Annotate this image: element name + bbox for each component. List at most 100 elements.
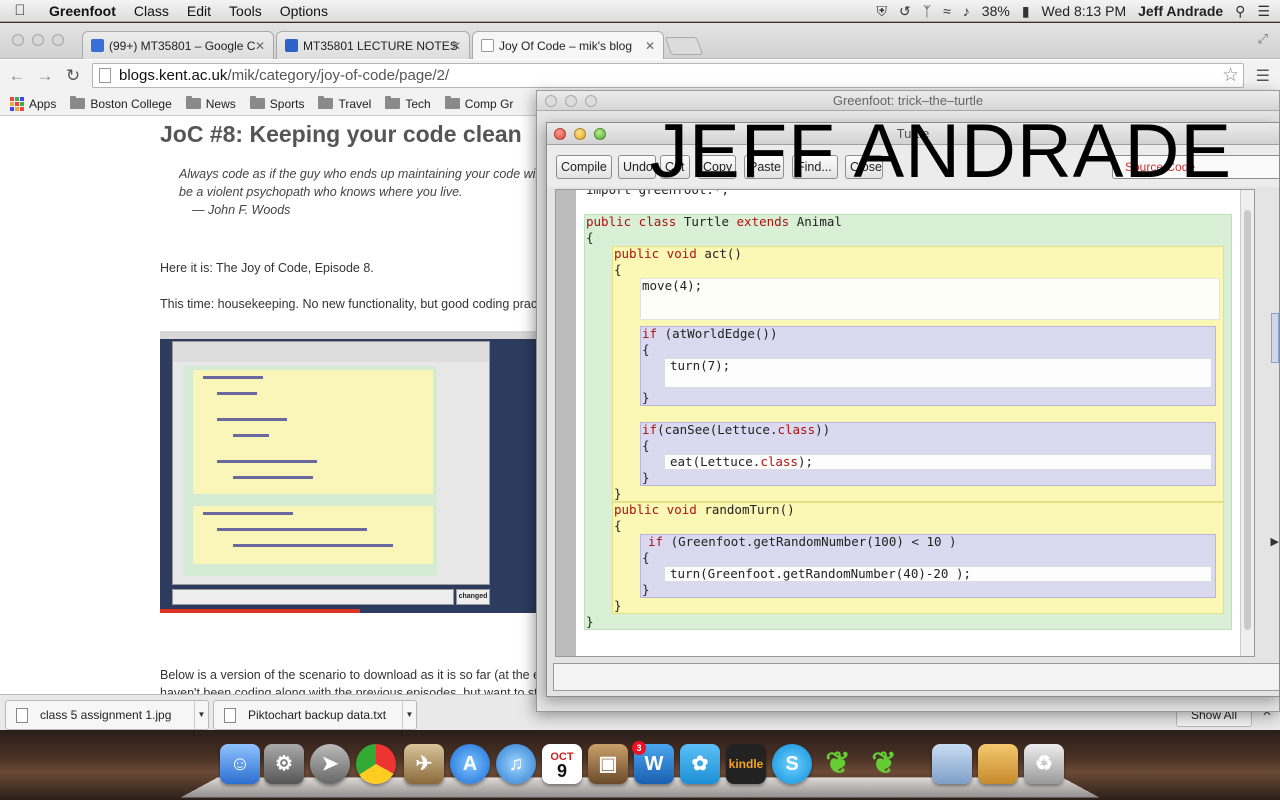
code-line-if-random: if (Greenfoot.getRandomNumber(100) < 10 … (648, 534, 957, 550)
battery-percent[interactable]: 38% (982, 3, 1010, 19)
minimize-window-button[interactable] (574, 128, 586, 140)
url-text[interactable]: blogs.kent.ac.uk/mik/category/joy-of-cod… (119, 67, 449, 84)
chrome-icon[interactable] (356, 744, 396, 784)
time-machine-icon[interactable]: ↺ (899, 3, 911, 20)
close-window-button[interactable] (545, 95, 557, 107)
wifi-icon[interactable]: ≈ (943, 3, 951, 19)
zoom-window-button[interactable] (585, 95, 597, 107)
code-scrollbar[interactable] (1240, 190, 1254, 656)
download-menu-arrow-icon[interactable]: ▼ (194, 701, 208, 729)
post-title[interactable]: JoC #8: Keeping your code clean (160, 121, 522, 148)
iphoto-icon[interactable]: ▣ (588, 744, 628, 784)
thumb-code-line (233, 544, 393, 547)
forward-arrow-icon[interactable]: → (34, 65, 56, 87)
video-thumbnail[interactable]: changed (160, 331, 536, 613)
blog-paragraph: Here it is: The Joy of Code, Episode 8. (160, 261, 374, 275)
code-keyword: if (648, 534, 664, 549)
battery-icon[interactable]: ▮ (1022, 3, 1030, 20)
code-keyword: public class (586, 214, 677, 229)
menubar-user[interactable]: Jeff Andrade (1138, 3, 1223, 19)
shield-icon[interactable]: ⛨ (876, 3, 887, 20)
app-store-icon[interactable]: A (450, 744, 490, 784)
skype-icon[interactable]: S (772, 744, 812, 784)
menu-edit[interactable]: Edit (178, 3, 220, 19)
bookmark-label: Sports (269, 96, 305, 111)
code-brace: } (586, 614, 594, 629)
bookmark-tech[interactable]: Tech (385, 96, 431, 111)
archive-box-icon[interactable] (978, 744, 1018, 784)
tab-gmail[interactable]: (99+) MT35801 – Google C ✕ (82, 31, 274, 59)
tab-lecture-notes[interactable]: MT35801 LECTURE NOTES ✕ (276, 31, 470, 59)
chrome-menu-icon[interactable]: ☰ (1256, 66, 1270, 86)
tab-label: MT35801 LECTURE NOTES (303, 39, 458, 53)
close-tab-icon[interactable]: ✕ (255, 32, 265, 59)
menu-class[interactable]: Class (125, 3, 178, 19)
greenfoot-icon[interactable]: ❦ (864, 744, 904, 784)
new-tab-button[interactable] (664, 37, 704, 55)
fullscreen-icon[interactable]: ⤢ (1258, 31, 1268, 47)
code-brace: } (614, 598, 622, 613)
browser-toolbar: ← → ↻ blogs.kent.ac.uk/mik/category/joy-… (0, 60, 1280, 92)
calendar-icon[interactable]: OCT 9 (542, 744, 582, 784)
zoom-window-button[interactable] (52, 34, 64, 46)
zoom-window-button[interactable] (594, 128, 606, 140)
back-arrow-icon[interactable]: ← (6, 65, 28, 87)
minimize-window-button[interactable] (565, 95, 577, 107)
bookmark-travel[interactable]: Travel (318, 96, 371, 111)
close-window-button[interactable] (12, 34, 24, 46)
quote-line: be a violent psychopath who knows where … (179, 185, 463, 199)
bookmark-comp-gr[interactable]: Comp Gr (444, 96, 513, 111)
minimize-window-button[interactable] (32, 34, 44, 46)
finder-icon[interactable]: ☺ (220, 744, 260, 784)
code-line-act: public void act() (614, 246, 742, 262)
window-controls (12, 34, 64, 46)
close-tab-icon[interactable]: ✕ (451, 32, 461, 59)
bookmark-news[interactable]: News (185, 96, 236, 111)
address-bar[interactable]: blogs.kent.ac.uk/mik/category/joy-of-cod… (92, 63, 1244, 88)
blog-quote: Always code as if the guy who ends up ma… (179, 165, 559, 219)
navigation-view-tab[interactable] (1271, 313, 1279, 363)
thumb-code (183, 366, 437, 576)
apps-grid-icon (10, 96, 24, 111)
bookmark-apps[interactable]: Apps (10, 96, 56, 111)
download-menu-arrow-icon[interactable]: ▼ (402, 701, 416, 729)
scrollbar-thumb[interactable] (1244, 210, 1251, 630)
volume-icon[interactable]: ♪ (963, 3, 970, 19)
tab-joy-of-code[interactable]: Joy Of Code – mik's blog ✕ (472, 31, 664, 59)
launchpad-icon[interactable]: ➤ (310, 744, 350, 784)
docs-favicon-icon (285, 39, 298, 52)
code-editor[interactable]: import greenfoot.*; public class Turtle … (555, 189, 1255, 657)
close-tab-icon[interactable]: ✕ (645, 32, 655, 59)
thumb-code-line (203, 512, 293, 515)
documents-folder-icon[interactable] (932, 744, 972, 784)
bookmark-sports[interactable]: Sports (249, 96, 305, 111)
kindle-icon[interactable]: kindle (726, 744, 766, 784)
menu-tools[interactable]: Tools (220, 3, 271, 19)
blog-paragraph: This time: housekeeping. No new function… (160, 297, 544, 311)
code-keyword: public void (614, 246, 697, 261)
code-line-turn7: turn(7); (670, 358, 731, 373)
system-preferences-icon[interactable]: ⚙ (264, 744, 304, 784)
itunes-icon[interactable]: ♫ (496, 744, 536, 784)
greenfoot-icon[interactable]: ❦ (818, 744, 858, 784)
bookmark-star-icon[interactable]: ☆ (1222, 64, 1239, 87)
menu-app-name[interactable]: Greenfoot (40, 3, 125, 19)
notification-list-icon[interactable]: ☰ (1257, 3, 1270, 20)
expand-arrow-icon[interactable]: ▶ (1271, 535, 1279, 548)
apple-menu-icon[interactable]:  (0, 2, 40, 19)
download-item[interactable]: Piktochart backup data.txt ▼ (213, 700, 417, 730)
twitter-icon[interactable]: ✿ (680, 744, 720, 784)
bluetooth-icon[interactable]: ᛉ (923, 3, 931, 19)
trash-icon[interactable]: ♻ (1024, 744, 1064, 784)
code-method-name: act() (696, 246, 742, 261)
close-window-button[interactable] (554, 128, 566, 140)
preview-app-icon[interactable]: ✈ (404, 744, 444, 784)
menu-options[interactable]: Options (271, 3, 337, 19)
menubar-clock[interactable]: Wed 8:13 PM (1042, 3, 1127, 19)
spotlight-search-icon[interactable]: ⚲ (1235, 3, 1245, 20)
reload-icon[interactable]: ↻ (62, 65, 84, 87)
calendar-day: 9 (556, 761, 567, 781)
compile-button[interactable]: Compile (556, 155, 612, 179)
bookmark-boston-college[interactable]: Boston College (70, 96, 172, 111)
download-item[interactable]: class 5 assignment 1.jpg ▼ (5, 700, 209, 730)
